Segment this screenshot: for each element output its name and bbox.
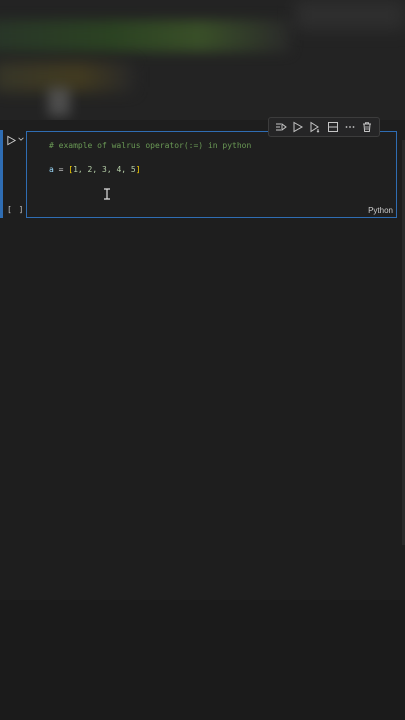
code-cell[interactable]: # example of walrus operator(:=) in pyth… [26, 131, 397, 218]
code-comment: # example of walrus operator(:=) in pyth… [49, 141, 252, 150]
run-below-button[interactable] [308, 120, 322, 134]
more-actions-button[interactable] [343, 120, 357, 134]
trash-icon [363, 122, 372, 132]
text-cursor-icon [103, 185, 111, 200]
blurred-cursor [48, 88, 70, 116]
bottom-panel-area [0, 600, 405, 720]
code-list-items: 1, 2, 3, 4, 5 [73, 165, 136, 174]
code-bracket-close: ] [135, 165, 141, 174]
code-operator: = [53, 165, 69, 174]
run-icon [6, 135, 16, 145]
more-icon [345, 126, 355, 128]
execute-above-icon [275, 123, 287, 131]
blurred-header [0, 0, 405, 120]
run-below-icon [310, 121, 320, 133]
chevron-down-icon [18, 137, 24, 141]
split-cell-icon [327, 122, 338, 132]
delete-cell-button[interactable] [360, 120, 374, 134]
cell-toolbar [268, 117, 380, 137]
execution-count: [ ] [7, 205, 25, 214]
blurred-text-band [0, 20, 290, 52]
run-options-dropdown[interactable] [16, 134, 26, 144]
cell-focus-indicator [0, 130, 3, 218]
run-cell-button[interactable] [291, 120, 305, 134]
execute-above-button[interactable] [274, 120, 288, 134]
language-picker[interactable]: Python [368, 206, 393, 215]
code-line-assignment: a = [1, 2, 3, 4, 5] [49, 165, 141, 174]
split-cell-button[interactable] [326, 120, 340, 134]
blurred-window-controls [295, 0, 405, 30]
run-icon [293, 121, 304, 133]
